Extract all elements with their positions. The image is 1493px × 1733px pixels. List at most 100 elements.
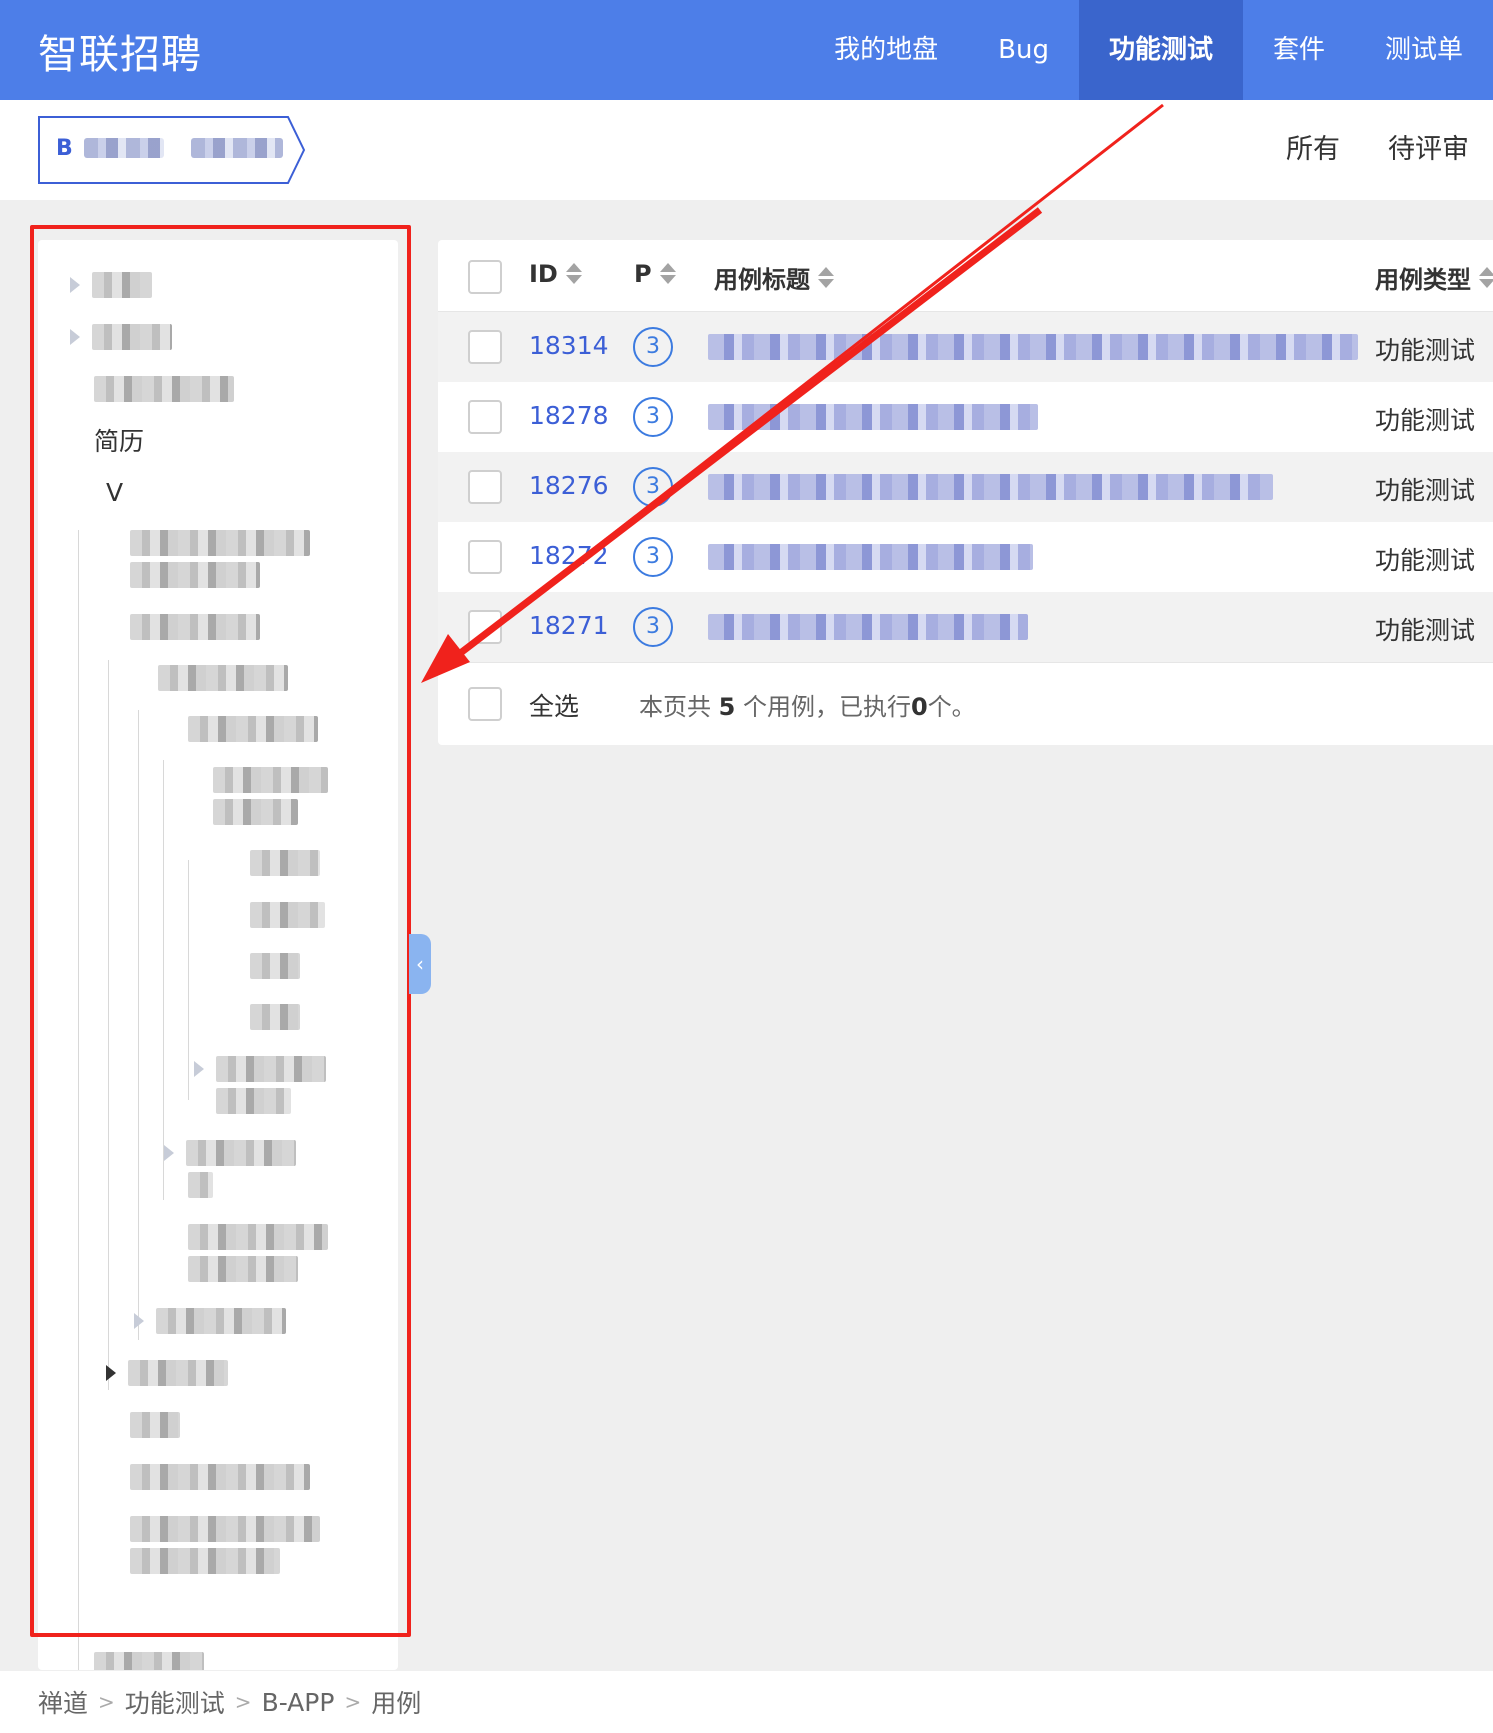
tree-node-v[interactable]: V xyxy=(106,477,123,507)
tree-node[interactable] xyxy=(188,1170,213,1200)
case-filter-tabs: 所有 待评审 xyxy=(1262,100,1493,200)
table-header: ID P 用例标题 用例类型 xyxy=(438,240,1493,312)
tree-node[interactable] xyxy=(130,1514,320,1544)
case-title-link-blurred[interactable] xyxy=(708,334,1358,360)
breadcrumb-item[interactable]: 禅道 xyxy=(38,1684,88,1720)
case-id-link[interactable]: 18314 xyxy=(529,331,609,360)
column-header-title[interactable]: 用例标题 xyxy=(714,260,834,295)
table-row: 18272 3 功能测试 xyxy=(438,522,1493,592)
row-checkbox[interactable] xyxy=(468,540,502,574)
row-checkbox[interactable] xyxy=(468,400,502,434)
expand-caret-icon[interactable] xyxy=(164,1145,174,1161)
row-checkbox[interactable] xyxy=(468,330,502,364)
case-title-link-blurred[interactable] xyxy=(708,404,1038,430)
breadcrumb: 禅道 > 功能测试 > B-APP > 用例 xyxy=(0,1671,1493,1733)
case-title-link-blurred[interactable] xyxy=(708,614,1028,640)
case-table: ID P 用例标题 用例类型 18314 3 功能测试 18278 3 功能测试… xyxy=(438,240,1493,745)
table-row: 18278 3 功能测试 xyxy=(438,382,1493,452)
breadcrumb-separator: > xyxy=(344,1690,362,1714)
tree-node[interactable] xyxy=(130,1546,280,1576)
select-all-label[interactable]: 全选 xyxy=(529,687,579,723)
tree-node[interactable] xyxy=(250,951,300,981)
nav-suite[interactable]: 套件 xyxy=(1243,0,1355,100)
case-type: 功能测试 xyxy=(1375,546,1476,575)
brand-logo[interactable]: 智联招聘 xyxy=(38,22,202,80)
tree-node[interactable] xyxy=(94,1650,204,1670)
sort-icon xyxy=(818,266,834,289)
nav-test-build[interactable]: 测试单 xyxy=(1355,0,1493,100)
tree-guide-line xyxy=(78,530,79,1670)
row-checkbox[interactable] xyxy=(468,470,502,504)
select-all-checkbox[interactable] xyxy=(468,687,502,721)
tree-guide-line xyxy=(138,710,139,1340)
tree-node[interactable] xyxy=(250,848,320,878)
sort-icon xyxy=(565,263,582,285)
tree-node-resume[interactable]: 简历 xyxy=(94,425,144,456)
tree-node[interactable] xyxy=(164,1138,296,1168)
tree-node[interactable] xyxy=(130,1462,310,1492)
tree-guide-line xyxy=(108,660,109,1390)
top-header: 智联招聘 我的地盘 Bug 功能测试 套件 测试单 xyxy=(0,0,1493,100)
nav-functional-test[interactable]: 功能测试 xyxy=(1078,0,1243,100)
table-row: 18271 3 功能测试 xyxy=(438,592,1493,662)
row-checkbox[interactable] xyxy=(468,610,502,644)
tree-node[interactable] xyxy=(194,1054,326,1084)
tree-guide-line xyxy=(188,860,189,1100)
tree-node[interactable] xyxy=(213,765,328,795)
tree-node[interactable] xyxy=(130,560,260,590)
tree-node[interactable] xyxy=(250,1002,300,1032)
table-footer: 全选 本页共 5 个用例，已执行0个。 xyxy=(438,662,1493,745)
column-header-priority[interactable]: P xyxy=(634,260,676,288)
breadcrumb-item[interactable]: B-APP xyxy=(262,1688,335,1717)
tree-node[interactable] xyxy=(250,900,325,930)
tree-node[interactable] xyxy=(216,1086,291,1116)
tree-node[interactable] xyxy=(70,270,152,300)
tree-node[interactable] xyxy=(188,1222,328,1252)
tab-pending-review[interactable]: 待评审 xyxy=(1364,100,1493,200)
sort-icon xyxy=(1479,266,1493,289)
column-header-type[interactable]: 用例类型 xyxy=(1375,260,1493,295)
case-type: 功能测试 xyxy=(1375,406,1476,435)
page-summary: 本页共 5 个用例，已执行0个。 xyxy=(639,693,976,721)
tab-all[interactable]: 所有 xyxy=(1262,100,1364,200)
nav-bug[interactable]: Bug xyxy=(968,0,1079,100)
case-title-link-blurred[interactable] xyxy=(708,544,1033,570)
tree-node[interactable] xyxy=(70,322,172,352)
case-id-link[interactable]: 18278 xyxy=(529,401,609,430)
breadcrumb-separator: > xyxy=(98,1690,115,1714)
expand-caret-icon[interactable] xyxy=(106,1365,116,1381)
case-type: 功能测试 xyxy=(1375,616,1476,645)
tree-node[interactable] xyxy=(188,1254,298,1284)
nav-my-space[interactable]: 我的地盘 xyxy=(804,0,968,100)
collapse-sidebar-chevron-icon[interactable]: ‹ xyxy=(409,934,431,994)
breadcrumb-item[interactable]: 功能测试 xyxy=(125,1684,225,1720)
expand-caret-icon[interactable] xyxy=(70,277,80,293)
main-nav: 我的地盘 Bug 功能测试 套件 测试单 xyxy=(804,0,1493,100)
tree-node[interactable] xyxy=(188,714,318,744)
tree-node[interactable] xyxy=(130,528,310,558)
column-header-id[interactable]: ID xyxy=(529,260,582,288)
tree-node[interactable] xyxy=(158,663,288,693)
tree-node[interactable] xyxy=(130,1410,180,1440)
tree-node[interactable] xyxy=(134,1306,286,1336)
module-tree: 简历 V xyxy=(38,240,398,1670)
tree-node[interactable] xyxy=(213,797,298,827)
product-switcher[interactable]: B xyxy=(38,116,306,184)
priority-badge: 3 xyxy=(633,537,673,577)
tree-node[interactable] xyxy=(130,612,260,642)
case-id-link[interactable]: 18276 xyxy=(529,471,609,500)
expand-caret-icon[interactable] xyxy=(194,1061,204,1077)
case-id-link[interactable]: 18271 xyxy=(529,611,609,640)
expand-caret-icon[interactable] xyxy=(70,329,80,345)
tree-node[interactable] xyxy=(106,1358,228,1388)
case-title-link-blurred[interactable] xyxy=(708,474,1273,500)
breadcrumb-separator: > xyxy=(234,1690,252,1714)
case-id-link[interactable]: 18272 xyxy=(529,541,609,570)
table-row: 18314 3 功能测试 xyxy=(438,312,1493,382)
priority-badge: 3 xyxy=(633,327,673,367)
product-name: B xyxy=(56,136,73,161)
tree-node[interactable] xyxy=(94,374,234,404)
sort-icon xyxy=(659,263,676,285)
header-checkbox[interactable] xyxy=(468,260,502,294)
expand-caret-icon[interactable] xyxy=(134,1313,144,1329)
